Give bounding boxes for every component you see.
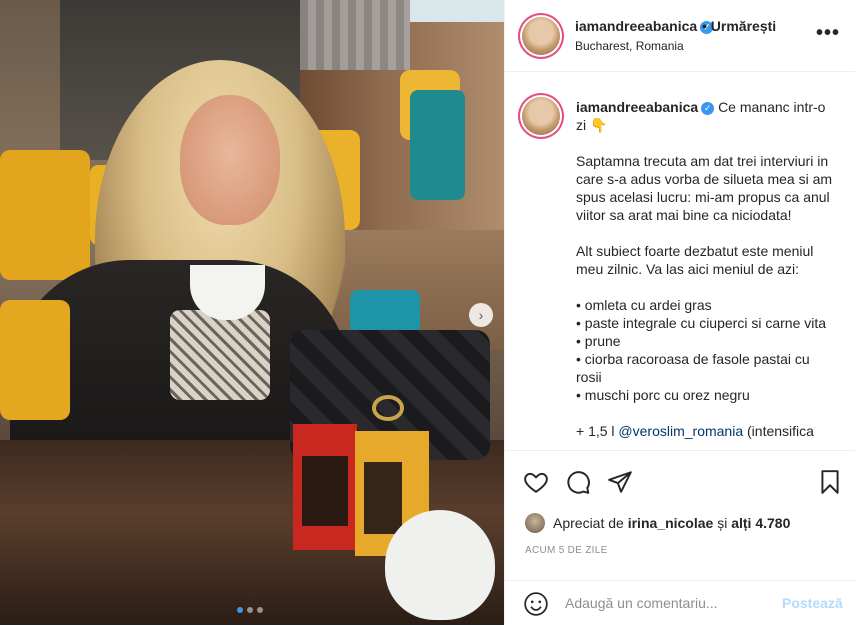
carousel-dot	[237, 607, 243, 613]
likes-conjunction: și	[717, 515, 728, 531]
caption-username[interactable]: iamandreeabanica	[576, 99, 698, 115]
handbag-logo	[372, 395, 404, 421]
caption-text: iamandreeabanica ✓ Ce mananc intr-o zi 👇 …	[576, 98, 838, 440]
yellow-chair	[0, 300, 70, 420]
following-button[interactable]: Urmărești	[711, 18, 776, 34]
caption-paragraph: Saptamna trecuta am dat trei interviuri …	[576, 153, 833, 223]
avatar[interactable]	[522, 17, 560, 55]
header-username[interactable]: iamandreeabanica	[575, 18, 697, 34]
avatar[interactable]	[522, 97, 560, 135]
woman-face	[180, 95, 280, 225]
location-link[interactable]: Bucharest, Romania	[575, 39, 684, 53]
menu-item: • omleta cu ardei gras	[576, 297, 712, 313]
bookmark-icon[interactable]	[817, 469, 843, 495]
post-timestamp[interactable]: ACUM 5 DE ZILE	[525, 545, 608, 556]
carousel-dot	[257, 607, 263, 613]
point-down-emoji: 👇	[590, 117, 608, 133]
comment-input[interactable]	[565, 595, 775, 611]
white-teapot	[385, 510, 495, 620]
share-icon[interactable]	[607, 469, 633, 495]
post-comment-button[interactable]: Postează	[782, 595, 843, 611]
background-window	[410, 0, 504, 22]
tea-box-yellow-label	[364, 462, 402, 534]
carousel-indicator	[237, 607, 263, 613]
teal-chair	[350, 290, 420, 335]
yellow-chair	[0, 150, 90, 280]
chevron-right-icon: ›	[478, 307, 484, 323]
heart-icon[interactable]	[523, 469, 549, 495]
menu-item: • prune	[576, 333, 621, 349]
caption-area[interactable]: iamandreeabanica ✓ Ce mananc intr-o zi 👇 …	[505, 72, 855, 450]
emoji-icon[interactable]	[523, 591, 549, 617]
menu-item: • paste integrale cu ciuperci si carne v…	[576, 315, 827, 331]
likes-prefix: Apreciat de	[553, 515, 624, 531]
comment-icon[interactable]	[565, 469, 591, 495]
tea-box-red-label	[302, 456, 348, 526]
liker-avatar[interactable]	[525, 513, 545, 533]
post-photo[interactable]: ›	[0, 0, 504, 625]
teal-chair	[410, 90, 465, 200]
likes-summary[interactable]: Apreciat de irina_nicolae și alți 4.780	[553, 515, 790, 531]
verified-badge-icon: ✓	[701, 102, 715, 115]
extra-suffix: (intensifica	[747, 423, 814, 439]
comment-bar: Postează	[505, 580, 855, 625]
caption-paragraph: Alt subiect foarte dezbatut este meniul …	[576, 243, 814, 277]
background-curtain	[300, 0, 410, 70]
carousel-dot	[247, 607, 253, 613]
carousel-next-button[interactable]: ›	[469, 303, 493, 327]
header-separator: •	[702, 18, 707, 34]
likes-count[interactable]: alți 4.780	[731, 515, 790, 531]
post-header: iamandreeabanica ✓ • Urmărești Bucharest,…	[505, 0, 855, 72]
liker-username[interactable]: irina_nicolae	[628, 515, 714, 531]
menu-item: • ciorba racoroasa de fasole pastai cu r…	[576, 351, 810, 385]
caption-extra: + 1,5 l @veroslim_romania (intensifica	[576, 422, 838, 440]
extra-prefix: + 1,5 l	[576, 423, 615, 439]
post-side-panel: iamandreeabanica ✓ • Urmărești Bucharest,…	[504, 0, 855, 625]
mention-link[interactable]: @veroslim_romania	[618, 423, 743, 439]
snakeskin-top	[170, 310, 270, 400]
post-actions: Apreciat de irina_nicolae și alți 4.780 …	[505, 450, 855, 580]
menu-list: • omleta cu ardei gras • paste integrale…	[576, 296, 838, 404]
more-horizontal-icon[interactable]: •••	[816, 22, 840, 45]
menu-item: • muschi porc cu orez negru	[576, 387, 750, 403]
